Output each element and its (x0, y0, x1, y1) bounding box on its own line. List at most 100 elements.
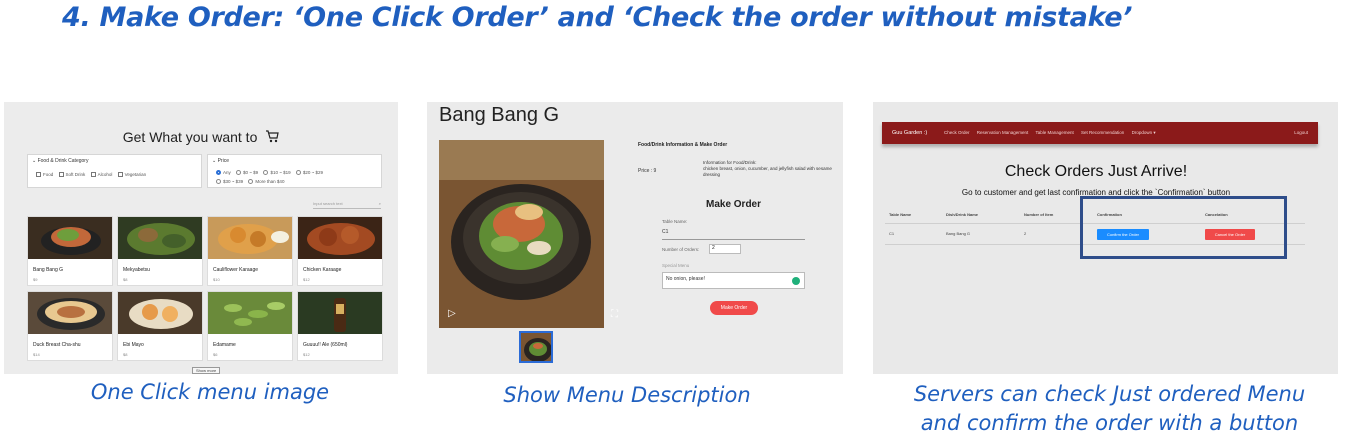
category-filter: ⌄ Food & Drink Category Food Soft Drink … (27, 154, 202, 188)
info-heading: Food/Drink Information & Make Order (638, 142, 728, 148)
item-name: Ebi Mayo (123, 342, 144, 348)
dish-thumbnail[interactable] (519, 331, 553, 363)
special-menu-label: Special Menu (662, 263, 690, 268)
cell-count: 2 (1024, 231, 1027, 236)
nav-brand[interactable]: Guu Garden :) (892, 130, 927, 136)
col-table-name: Table Name (889, 212, 912, 217)
option-alcohol: Alcohol (97, 172, 113, 177)
chevron-down-icon[interactable]: ⌄ (32, 158, 36, 164)
menu-card[interactable]: Guuuu!! Ale (650ml) $12 (297, 291, 383, 361)
menu-card[interactable]: Edamame $6 (207, 291, 293, 361)
food-photo (298, 292, 382, 334)
orders-input[interactable]: 2 (709, 244, 741, 254)
item-name: Duck Breast Cha-shu (33, 342, 81, 348)
search-input[interactable]: Input search text ⌕ (313, 198, 381, 209)
dish-title: Bang Bang G (439, 104, 560, 126)
check-order-screenshot: Guu Garden :) Check Order Reservation Ma… (873, 102, 1338, 374)
checkbox[interactable] (90, 172, 96, 178)
option-soft-drink: Soft Drink (65, 172, 86, 177)
item-name: Cauliflower Karaage (213, 267, 259, 273)
search-icon[interactable]: ⌕ (379, 201, 381, 206)
item-name: Chicken Karaage (303, 267, 342, 273)
price-filter-label: Price (217, 158, 229, 164)
category-filter-label: Food & Drink Category (37, 158, 89, 164)
make-order-heading: Make Order (705, 199, 762, 210)
price-option: $10 ~ $19 (270, 170, 291, 175)
orders-label: Number of Orders: (662, 247, 700, 252)
nav-recommendation[interactable]: Set Recommendation (1081, 130, 1124, 135)
checkbox[interactable] (36, 172, 41, 178)
col-number: Number of Item (1024, 212, 1054, 217)
item-price: $6 (213, 352, 218, 357)
special-menu-value: No onion, please! (666, 276, 705, 282)
nav-dropdown[interactable]: Dropdown ▾ (1132, 130, 1156, 135)
food-photo (118, 217, 202, 259)
menu-screenshot: Get What you want to ⌄ Food & Drink Cate… (4, 102, 398, 374)
menu-card[interactable]: Bang Bang G $9 (27, 216, 113, 286)
food-photo (118, 292, 202, 334)
price-option: Any (223, 170, 231, 175)
menu-card[interactable]: Duck Breast Cha-shu $14 (27, 291, 113, 361)
food-photo (208, 217, 292, 259)
menu-card[interactable]: Ebi Mayo $8 (117, 291, 203, 361)
checkbox[interactable] (117, 172, 123, 178)
info-text: chicken breast, onion, cucumber, and jel… (703, 166, 832, 177)
cart-icon[interactable] (265, 130, 279, 146)
dish-video[interactable]: ▷ (439, 140, 604, 328)
highlight-box (1080, 196, 1287, 259)
cell-table: C1 (889, 231, 895, 236)
info-block: Information for Food/Drink: chicken brea… (703, 160, 838, 178)
col-dish-name: Dish/Drink Name (946, 212, 979, 217)
item-name: Mekyabetsu (123, 267, 150, 273)
menu-card[interactable]: Chicken Karaage $12 (297, 216, 383, 286)
menu-card[interactable]: Mekyabetsu $8 (117, 216, 203, 286)
nav-logout[interactable]: Logout (1294, 130, 1308, 135)
make-order-button[interactable]: Make Order (710, 301, 758, 315)
radio[interactable] (236, 170, 242, 176)
price-option: $0 ~ $9 (243, 170, 259, 175)
navbar: Guu Garden :) Check Order Reservation Ma… (882, 122, 1318, 144)
item-price: $12 (303, 352, 310, 357)
radio[interactable] (263, 170, 269, 176)
nav-table[interactable]: Table Management (1035, 130, 1073, 135)
checkbox[interactable] (58, 172, 64, 178)
menu-heading-text: Get What you want to (122, 129, 258, 145)
price-text: Price : 9 (638, 168, 657, 174)
caption-line: and confirm the order with a button (920, 411, 1299, 435)
caption-description: Show Menu Description (503, 383, 751, 407)
food-photo (28, 292, 112, 334)
radio[interactable] (295, 170, 301, 176)
play-icon[interactable]: ▷ (448, 308, 456, 319)
table-name-input[interactable]: C1 (662, 229, 805, 240)
show-more-button[interactable]: Show more (192, 367, 221, 374)
food-photo (28, 217, 112, 259)
menu-detail-screenshot: Bang Bang G ▷ ⛶ Food/Drink Information &… (427, 102, 843, 374)
nav-reservation[interactable]: Reservation Management (977, 130, 1029, 135)
special-menu-textarea[interactable]: No onion, please! (662, 272, 805, 289)
grammar-icon[interactable] (792, 277, 800, 285)
radio-any[interactable] (216, 170, 221, 176)
fullscreen-icon[interactable]: ⛶ (611, 309, 618, 320)
food-photo (298, 217, 382, 259)
price-filter: ⌄ Price Any $0 ~ $9 $10 ~ $19 $20 ~ $29 … (207, 154, 382, 188)
price-option: $20 ~ $29 (302, 170, 324, 175)
food-photo (208, 292, 292, 334)
menu-card[interactable]: Cauliflower Karaage $10 (207, 216, 293, 286)
item-name: Guuuu!! Ale (650ml) (303, 342, 348, 348)
caption-menu: One Click menu image (90, 380, 330, 404)
chevron-down-icon[interactable]: ⌄ (212, 158, 216, 164)
price-option: More than $40 (255, 179, 285, 184)
radio[interactable] (248, 179, 254, 185)
nav-check-order[interactable]: Check Order (944, 130, 970, 135)
item-price: $8 (123, 352, 128, 357)
slide-title: 4. Make Order: ‘One Click Order’ and ‘Ch… (62, 2, 1133, 33)
dish-photo (439, 140, 604, 328)
item-price: $10 (213, 277, 220, 282)
menu-heading: Get What you want to (4, 129, 398, 146)
caption-line: Servers can check Just ordered Menu (913, 382, 1306, 406)
radio[interactable] (216, 179, 221, 185)
table-name-label: Table Name: (662, 219, 688, 224)
item-price: $12 (303, 277, 310, 282)
search-placeholder: Input search text (313, 201, 343, 206)
item-price: $8 (123, 277, 128, 282)
